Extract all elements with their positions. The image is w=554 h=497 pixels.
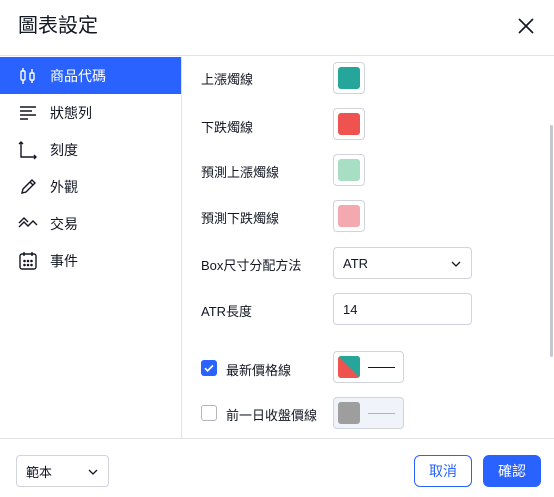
ok-button[interactable]: 確認: [483, 455, 541, 487]
candles-icon: [18, 66, 38, 86]
box-size-select[interactable]: ATR: [333, 247, 472, 279]
down-candle-color-button[interactable]: [333, 108, 365, 140]
scales-icon: [18, 140, 38, 160]
box-size-value: ATR: [343, 255, 369, 271]
last-price-line-label: 最新價格線: [226, 363, 292, 378]
previous-close-line-style-button[interactable]: [333, 397, 404, 429]
down-candle-swatch: [338, 113, 360, 135]
checkmark-icon: [204, 364, 214, 373]
template-dropdown[interactable]: 範本: [16, 455, 109, 487]
sidebar-item-label: 刻度: [50, 141, 78, 158]
line-style-preview: [368, 413, 395, 414]
cancel-button[interactable]: 取消: [414, 455, 472, 487]
dialog-footer: 範本 取消 確認: [0, 438, 554, 497]
atr-length-input[interactable]: 14: [333, 293, 472, 325]
projection-down-candle-label: 預測下跌燭線: [201, 211, 280, 226]
chevron-down-icon: [88, 469, 98, 475]
dialog-title: 圖表設定: [18, 15, 98, 37]
sidebar-item-label: 外觀: [50, 178, 78, 195]
pencil-icon: [18, 177, 38, 197]
down-candle-label: 下跌燭線: [201, 120, 254, 135]
sidebar-item-events[interactable]: 事件: [0, 242, 181, 279]
sidebar-item-status-line[interactable]: 狀態列: [0, 94, 181, 131]
atr-length-value: 14: [343, 301, 358, 317]
chevron-down-icon: [451, 261, 461, 267]
projection-up-candle-color-button[interactable]: [333, 154, 365, 186]
up-candle-swatch: [338, 67, 360, 89]
sidebar-item-label: 商品代碼: [50, 67, 106, 84]
trading-icon: [18, 214, 38, 234]
sidebar-item-label: 狀態列: [50, 104, 92, 121]
sidebar-item-appearance[interactable]: 外觀: [0, 168, 181, 205]
projection-up-candle-label: 預測上漲燭線: [201, 165, 280, 180]
box-size-label: Box尺寸分配方法: [201, 258, 302, 273]
previous-close-line-label: 前一日收盤價線: [226, 408, 318, 423]
projection-down-candle-color-button[interactable]: [333, 200, 365, 232]
settings-content: 上漲燭線 下跌燭線 預測上漲燭線 預測下跌燭線 Box尺寸分配方法 ATR AT…: [183, 57, 554, 438]
up-candle-color-button[interactable]: [333, 62, 365, 94]
previous-close-color-swatch: [338, 402, 360, 424]
last-price-color-swatch: [338, 356, 360, 378]
sidebar-item-label: 交易: [50, 215, 78, 232]
content-scrollbar[interactable]: [550, 125, 553, 357]
status-line-icon: [18, 103, 38, 123]
calendar-icon: [18, 251, 38, 271]
projection-up-swatch: [338, 159, 360, 181]
last-price-line-checkbox[interactable]: [201, 360, 217, 376]
sidebar-item-symbol[interactable]: 商品代碼: [0, 57, 181, 94]
sidebar-item-scales[interactable]: 刻度: [0, 131, 181, 168]
chart-settings-dialog: 圖表設定 商品代碼 狀態列 刻度 外觀 交易 事件 上漲燭線 下跌燭線 預測上漲…: [0, 0, 554, 497]
template-label: 範本: [26, 464, 53, 480]
dialog-header: 圖表設定: [0, 0, 554, 56]
up-candle-label: 上漲燭線: [201, 72, 254, 87]
last-price-line-style-button[interactable]: [333, 351, 404, 383]
sidebar-item-label: 事件: [50, 252, 78, 269]
atr-length-label: ATR長度: [201, 304, 253, 319]
previous-close-line-checkbox[interactable]: [201, 405, 217, 421]
settings-sidebar: 商品代碼 狀態列 刻度 外觀 交易 事件: [0, 57, 182, 438]
close-icon[interactable]: [514, 14, 538, 38]
projection-down-swatch: [338, 205, 360, 227]
sidebar-item-trading[interactable]: 交易: [0, 205, 181, 242]
line-style-preview: [368, 367, 395, 368]
